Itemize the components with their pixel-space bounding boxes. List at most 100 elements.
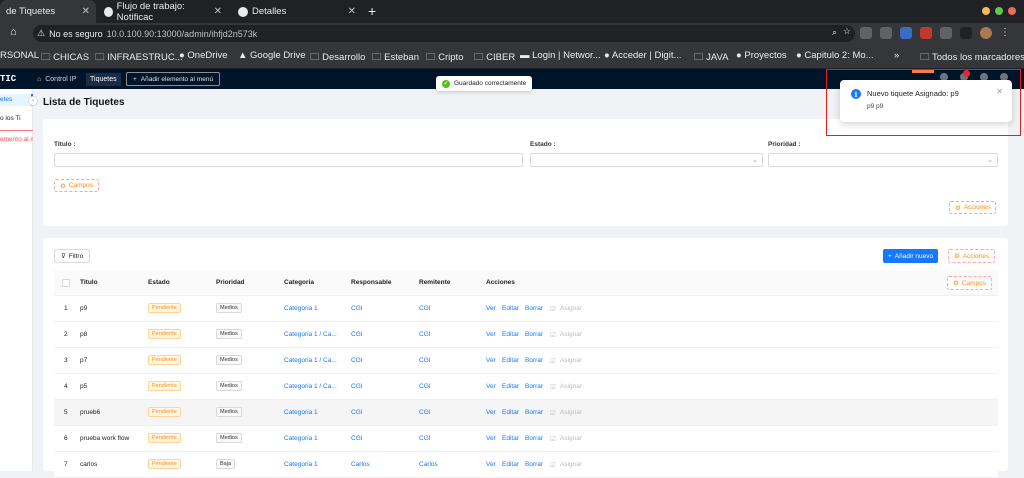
extension-icon[interactable] [920,27,932,39]
cell-responsable[interactable]: CGI [351,357,363,364]
table-campos-button[interactable]: ⚙ Campos [947,276,993,290]
edit-link[interactable]: Editar [502,357,519,364]
add-menu-item-button[interactable]: + Añadir elemento al menú [126,72,221,86]
sidebar-add-item[interactable]: emento al m [0,136,33,143]
browser-tab-detalles[interactable]: Detalles ✕ [232,0,362,23]
view-link[interactable]: Ver [486,305,496,312]
cell-categoria[interactable]: Categoria 1 / Ca... [284,383,337,390]
estado-select[interactable]: ⌄ [530,153,763,167]
delete-link[interactable]: Borrar [525,305,543,312]
column-header[interactable]: Acciones [486,279,515,286]
maximize-icon[interactable] [995,7,1003,15]
bookmark[interactable]: 🗀 CIBER [474,50,515,66]
menu-tiquetes[interactable]: Tiquetes [86,73,121,86]
cell-responsable[interactable]: CGI [351,435,363,442]
delete-link[interactable]: Borrar [525,383,543,390]
column-header[interactable]: Categoria [284,279,314,286]
delete-link[interactable]: Borrar [525,409,543,416]
delete-link[interactable]: Borrar [525,331,543,338]
close-icon[interactable]: ✕ [82,6,90,17]
chevron-left-icon[interactable]: ‹ [28,96,38,106]
edit-link[interactable]: Editar [502,461,519,468]
cell-remitente[interactable]: CGI [419,435,431,442]
edit-link[interactable]: Editar [502,435,519,442]
cell-remitente[interactable]: CGI [419,357,431,364]
view-link[interactable]: Ver [486,383,496,390]
sidepanel-icon[interactable] [960,27,972,39]
table-row[interactable]: 4 p5 Pendiente Medios Categoria 1 / Ca... CGI… [54,374,998,400]
filter-button[interactable]: ⊽ Filtro [54,249,91,263]
cell-remitente[interactable]: Carlos [419,461,438,468]
cell-categoria[interactable]: Categoria 1 [284,305,318,312]
cell-responsable[interactable]: CGI [351,409,363,416]
delete-link[interactable]: Borrar [525,357,543,364]
titulo-input[interactable] [54,153,523,167]
extension-icon[interactable] [900,27,912,39]
delete-link[interactable]: Borrar [525,435,543,442]
edit-link[interactable]: Editar [502,383,519,390]
close-icon[interactable]: ✕ [996,87,1003,96]
home-icon[interactable]: ⌂ [10,26,17,38]
cell-categoria[interactable]: Categoria 1 / Ca... [284,331,337,338]
column-header[interactable]: Prioridad [216,279,245,286]
warning-icon[interactable]: ⚠ [37,28,45,39]
bookmark[interactable]: ● Acceder | Digit... [604,50,681,61]
table-row[interactable]: 3 p7 Pendiente Medios Categoria 1 / Ca... CGI… [54,348,998,374]
cell-categoria[interactable]: Categoria 1 [284,461,318,468]
cell-remitente[interactable]: CGI [419,305,431,312]
new-tab-icon[interactable]: + [368,3,376,19]
view-link[interactable]: Ver [486,461,496,468]
browser-tab-flujo[interactable]: Flujo de trabajo: Notificac ✕ [98,0,228,23]
bookmark[interactable]: 🗀 Desarrollo [310,50,365,66]
table-row[interactable]: 7 carlos Pendiente Baja Categoria 1 Carlos Car… [54,452,998,478]
bookmark[interactable]: 🗀 Esteban [372,50,419,66]
edit-link[interactable]: Editar [502,409,519,416]
cell-remitente[interactable]: CGI [419,383,431,390]
column-header[interactable]: Remitente [419,279,450,286]
menu-control-ip[interactable]: ⌂ Control IP [33,73,80,86]
bookmark[interactable]: ● OneDrive [179,50,228,61]
table-row[interactable]: 2 p8 Pendiente Medios Categoria 1 / Ca... CGI… [54,322,998,348]
column-header[interactable]: Titulo [80,279,98,286]
bookmark[interactable]: ● Proyectos [736,50,787,61]
prioridad-select[interactable]: ⌄ [768,153,998,167]
bookmark[interactable]: 🗀 Todos los marcadores [920,50,1024,66]
cell-categoria[interactable]: Categoria 1 [284,435,318,442]
cell-responsable[interactable]: CGI [351,305,363,312]
bookmark[interactable]: ▲ Google Drive [238,50,306,61]
cell-categoria[interactable]: Categoria 1 / Ca... [284,357,337,364]
close-icon[interactable]: ✕ [214,6,222,17]
puzzle-icon[interactable] [940,27,952,39]
view-link[interactable]: Ver [486,357,496,364]
add-new-button[interactable]: + Añadir nuevo [883,249,939,263]
cell-categoria[interactable]: Categoria 1 [284,409,318,416]
cell-responsable[interactable]: CGI [351,383,363,390]
view-link[interactable]: Ver [486,331,496,338]
browser-tab-tiquetes[interactable]: de Tiquetes ✕ [0,0,96,23]
avatar[interactable] [980,27,992,39]
more-bookmarks[interactable]: » [894,50,899,61]
cell-remitente[interactable]: CGI [419,331,431,338]
view-link[interactable]: Ver [486,409,496,416]
bookmark[interactable]: 🗀 INFRAESTRUC... [95,50,183,66]
more-icon[interactable]: ⋮ [1000,27,1012,39]
bookmark[interactable]: 🗀 CHICAS [41,50,89,66]
zoom-icon[interactable]: ⌕ [832,27,837,38]
cell-responsable[interactable]: Carlos [351,461,370,468]
view-link[interactable]: Ver [486,435,496,442]
close-icon[interactable]: ✕ [348,6,356,17]
extension-icon[interactable] [880,27,892,39]
table-acciones-button[interactable]: ⚙ Acciones [948,249,996,263]
form-acciones-button[interactable]: ⚙ Acciones [949,201,997,214]
table-row[interactable]: 6 prueba work flow Pendiente Medios Categori… [54,426,998,452]
column-header[interactable]: Responsable [351,279,391,286]
extension-icon[interactable] [860,27,872,39]
cell-responsable[interactable]: CGI [351,331,363,338]
cell-remitente[interactable]: CGI [419,409,431,416]
edit-link[interactable]: Editar [502,331,519,338]
form-campos-button[interactable]: ⚙ Campos [54,179,100,192]
star-icon[interactable]: ☆ [843,26,851,37]
sidebar-item-todos[interactable]: o los Ti [0,115,33,122]
table-row[interactable]: 5 prueb6 Pendiente Medios Categoria 1 CGI CGI V… [54,400,998,426]
table-row[interactable]: 1 p9 Pendiente Medios Categoria 1 CGI CGI Ver Ed… [54,296,998,322]
